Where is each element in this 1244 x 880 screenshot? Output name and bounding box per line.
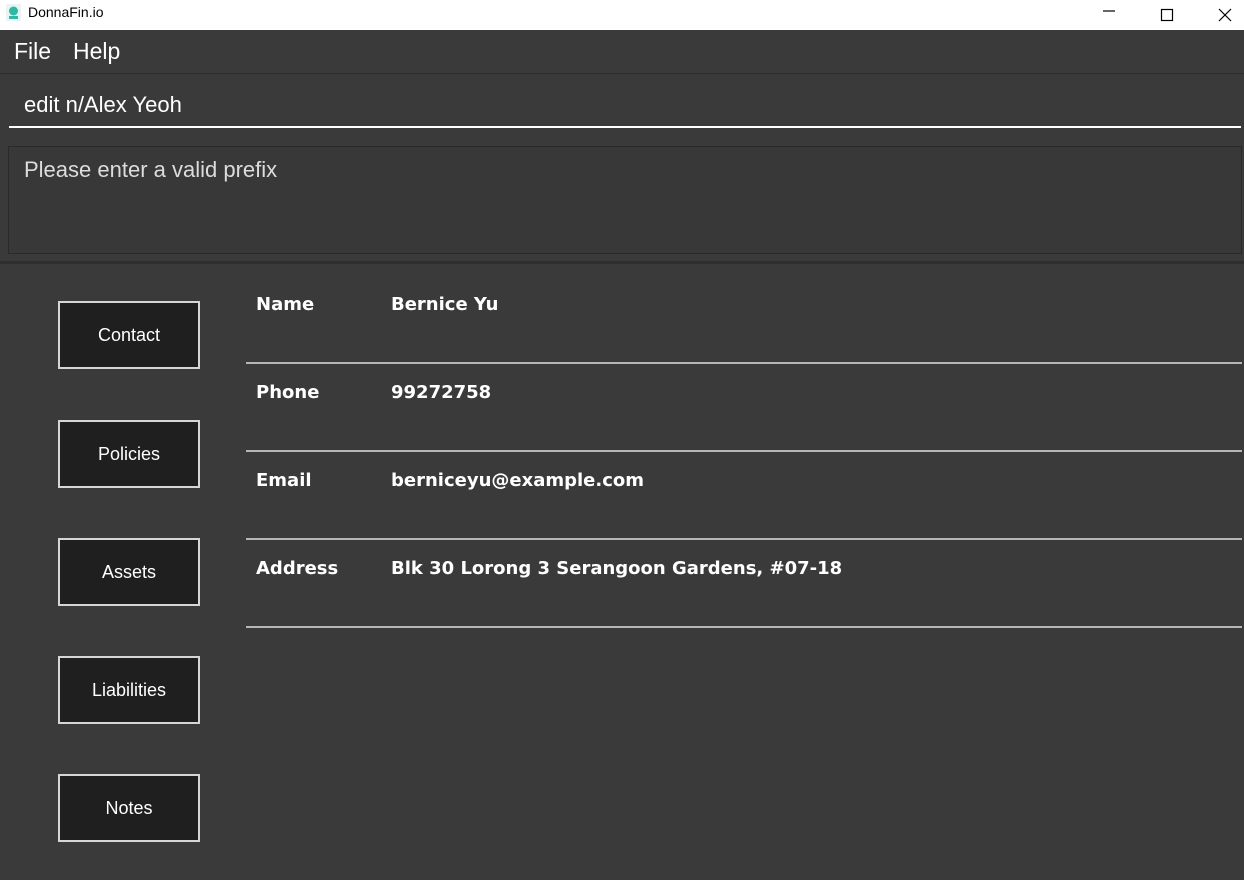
detail-value: Blk 30 Lorong 3 Serangoon Gardens, #07-1… — [391, 558, 843, 579]
close-button[interactable] — [1196, 0, 1244, 30]
tab-notes[interactable]: Notes — [58, 774, 200, 842]
minimize-button[interactable] — [1080, 0, 1138, 30]
command-input[interactable] — [9, 84, 1241, 128]
detail-label: Name — [256, 294, 315, 315]
detail-row-phone: Phone 99272758 — [246, 362, 1242, 452]
detail-label: Address — [256, 558, 339, 579]
command-box — [0, 74, 1244, 136]
maximize-button[interactable] — [1138, 0, 1196, 30]
tab-assets[interactable]: Assets — [58, 538, 200, 606]
detail-row-name: Name Bernice Yu — [246, 274, 1242, 364]
detail-label: Email — [256, 470, 312, 491]
maximize-icon — [1160, 8, 1174, 22]
menu-file[interactable]: File — [14, 38, 51, 65]
detail-label: Phone — [256, 382, 320, 403]
tab-liabilities[interactable]: Liabilities — [58, 656, 200, 724]
window-title: DonnaFin.io — [28, 4, 104, 20]
close-icon — [1218, 8, 1232, 22]
app-logo-icon — [6, 4, 21, 21]
title-bar: DonnaFin.io — [0, 0, 1244, 30]
detail-value: berniceyu@example.com — [391, 470, 644, 491]
detail-row-email: Email berniceyu@example.com — [246, 450, 1242, 540]
result-message: Please enter a valid prefix — [24, 157, 278, 182]
result-display: Please enter a valid prefix — [8, 146, 1242, 254]
minimize-icon — [1103, 10, 1115, 12]
menu-bar: File Help — [0, 30, 1244, 74]
section-divider — [0, 261, 1244, 264]
tab-contact[interactable]: Contact — [58, 301, 200, 369]
detail-row-address: Address Blk 30 Lorong 3 Serangoon Garden… — [246, 538, 1242, 628]
menu-help[interactable]: Help — [73, 38, 120, 65]
detail-value: Bernice Yu — [391, 294, 499, 315]
tab-policies[interactable]: Policies — [58, 420, 200, 488]
detail-value: 99272758 — [391, 382, 492, 403]
